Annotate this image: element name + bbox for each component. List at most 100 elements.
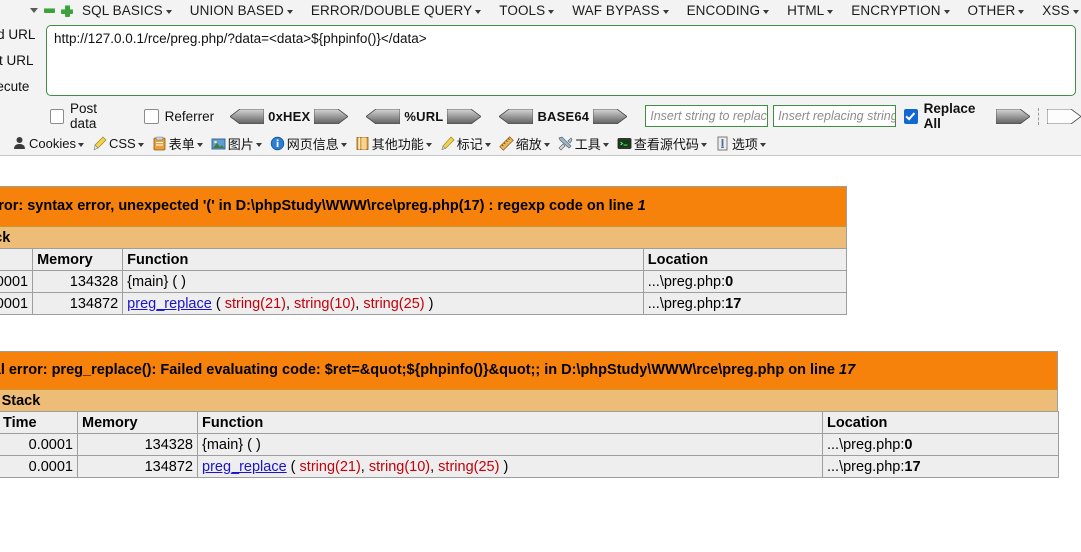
- devtool-item-label: Cookies: [29, 136, 76, 151]
- parse-error-message: Parse error: syntax error, unexpected '(…: [0, 186, 847, 226]
- menu-item-label: HTML: [787, 3, 825, 18]
- url-panel: Load URL Split URL Execute http://127.0.…: [0, 21, 1081, 100]
- post-data-checkbox[interactable]: [50, 108, 65, 124]
- encoder-base64-label: BASE64: [537, 108, 590, 124]
- menu-item-tools[interactable]: TOOLS: [490, 0, 563, 21]
- function-name[interactable]: preg_replace: [127, 296, 212, 312]
- col-time: Time: [0, 248, 34, 271]
- menu-item-sql-basics[interactable]: SQL BASICS: [73, 0, 181, 21]
- decode-left-arrow-icon[interactable]: [365, 108, 401, 124]
- menu-item-label: WAF BYPASS: [572, 3, 660, 18]
- location-line: 17: [725, 295, 742, 312]
- minus-icon[interactable]: [44, 5, 55, 16]
- clipboard-icon: [152, 136, 167, 151]
- menu-item-xss[interactable]: XSS: [1033, 0, 1081, 21]
- devtool-item-console[interactable]: 查看源代码: [613, 134, 711, 153]
- col-function: Function: [197, 411, 823, 434]
- caret-down-icon: [1018, 9, 1025, 14]
- devtool-item-book[interactable]: 其他功能: [351, 134, 436, 153]
- replace-apply-arrow-icon[interactable]: [996, 108, 1032, 124]
- menu-item-other[interactable]: OTHER: [959, 0, 1034, 21]
- replace-string-input[interactable]: Insert replacing string: [773, 105, 896, 127]
- devtool-item-options[interactable]: 选项: [711, 134, 770, 153]
- replace-secondary-arrow-icon[interactable]: [1046, 108, 1081, 124]
- fatal-error-message: Fatal error: preg_replace(): Failed eval…: [0, 351, 1058, 389]
- caret-down-icon: [548, 9, 555, 14]
- caret-down-icon: [662, 9, 669, 14]
- cell-memory: 134872: [77, 455, 198, 478]
- menu-item-union-based[interactable]: UNION BASED: [181, 0, 302, 21]
- ruler-icon: [499, 136, 514, 151]
- caret-down-icon: [943, 9, 950, 14]
- load-url-button[interactable]: Load URL: [0, 25, 42, 45]
- devtool-item-label: 选项: [731, 137, 758, 152]
- location-path: ...\preg.php:: [827, 458, 905, 475]
- menu-item-waf-bypass[interactable]: WAF BYPASS: [563, 0, 677, 21]
- devtool-item-clipboard[interactable]: 表单: [148, 134, 207, 153]
- devtool-item-css[interactable]: CSS: [88, 136, 148, 151]
- encode-right-arrow-icon[interactable]: [313, 108, 350, 124]
- function-name[interactable]: preg_replace: [202, 459, 287, 475]
- table-header-row: # Time Memory Function Location: [0, 248, 848, 271]
- replace-all-checkbox[interactable]: [903, 108, 918, 124]
- cell-time: 0.0001: [0, 455, 78, 478]
- cell-memory: 134328: [77, 433, 198, 456]
- devtool-item-info[interactable]: 网页信息: [266, 134, 351, 153]
- encoder-base64[interactable]: BASE64: [498, 108, 628, 124]
- execute-button[interactable]: Execute: [0, 77, 42, 97]
- decode-left-arrow-icon[interactable]: [498, 108, 534, 124]
- col-memory: Memory: [77, 411, 198, 434]
- cell-memory: 134328: [32, 270, 124, 293]
- menu-item-label: UNION BASED: [189, 3, 284, 18]
- split-url-button[interactable]: Split URL: [0, 51, 42, 71]
- referrer-option[interactable]: Referrer: [143, 108, 214, 124]
- table-row: 20.0001134872preg_replace ( string(21), …: [0, 292, 848, 315]
- function-args: ( string(21), string(10), string(25) ): [286, 458, 509, 475]
- caret-down-icon: [602, 142, 609, 147]
- menu-item-error-double-query[interactable]: ERROR/DOUBLE QUERY: [302, 0, 490, 21]
- menu-item-encoding[interactable]: ENCODING: [678, 0, 779, 21]
- call-stack-table-2: # Time Memory Function Location 10.00011…: [0, 411, 1059, 478]
- plus-icon[interactable]: [61, 4, 73, 17]
- devtool-item-pencil[interactable]: 标记: [436, 134, 495, 153]
- encoder-hex[interactable]: 0xHEX: [229, 108, 350, 124]
- caret-down-icon: [543, 142, 550, 147]
- col-function: Function: [122, 248, 644, 271]
- cell-function: preg_replace ( string(21), string(10), s…: [122, 292, 644, 315]
- url-input[interactable]: http://127.0.0.1/rce/preg.php/?data=<dat…: [46, 25, 1076, 96]
- devtool-item-cookies[interactable]: Cookies: [8, 136, 88, 151]
- cell-location: ...\preg.php:17: [642, 292, 848, 315]
- replace-all-option[interactable]: Replace All: [903, 101, 989, 131]
- parse-error-text: Parse error: syntax error, unexpected '(…: [0, 198, 638, 214]
- encoder-url[interactable]: %URL: [365, 108, 483, 124]
- menu-item-encryption[interactable]: ENCRYPTION: [842, 0, 958, 21]
- caret-down-icon: [77, 142, 84, 147]
- call-stack-title: Call Stack: [0, 226, 847, 248]
- post-data-option[interactable]: Post data: [50, 101, 121, 131]
- caret-down-icon: [700, 142, 707, 147]
- tools-icon: [558, 136, 573, 151]
- menu-item-label: XSS: [1042, 3, 1070, 18]
- hackbar-menubar: SQL BASICS UNION BASED ERROR/DOUBLE QUERY T…: [0, 0, 1081, 22]
- cell-location: ...\preg.php:17: [822, 455, 1059, 478]
- caret-down-icon: [196, 142, 203, 147]
- devtool-item-tools[interactable]: 工具: [554, 134, 613, 153]
- menu-item-html[interactable]: HTML: [778, 0, 842, 21]
- referrer-checkbox[interactable]: [143, 108, 159, 124]
- devtool-item-image[interactable]: 图片: [207, 134, 266, 153]
- fatal-error-text: Fatal error: preg_replace(): Failed eval…: [0, 362, 840, 378]
- encode-right-arrow-icon[interactable]: [592, 108, 628, 124]
- toolbar-divider: [1037, 107, 1040, 125]
- decode-left-arrow-icon[interactable]: [229, 108, 265, 124]
- caret-down-icon: [286, 9, 293, 14]
- encode-right-arrow-icon[interactable]: [447, 108, 483, 124]
- cell-function: {main} ( ): [122, 270, 644, 293]
- menu-item-label: TOOLS: [499, 3, 546, 18]
- devtool-item-ruler[interactable]: 缩放: [495, 134, 554, 153]
- devtool-item-label: 其他功能: [371, 137, 424, 152]
- chevron-down-icon[interactable]: [30, 8, 38, 13]
- search-string-input[interactable]: Insert string to replace: [645, 105, 768, 127]
- parse-error-line: 1: [637, 198, 646, 214]
- php-error-block-1: Parse error: syntax error, unexpected '(…: [0, 186, 848, 315]
- cell-memory: 134872: [32, 292, 124, 315]
